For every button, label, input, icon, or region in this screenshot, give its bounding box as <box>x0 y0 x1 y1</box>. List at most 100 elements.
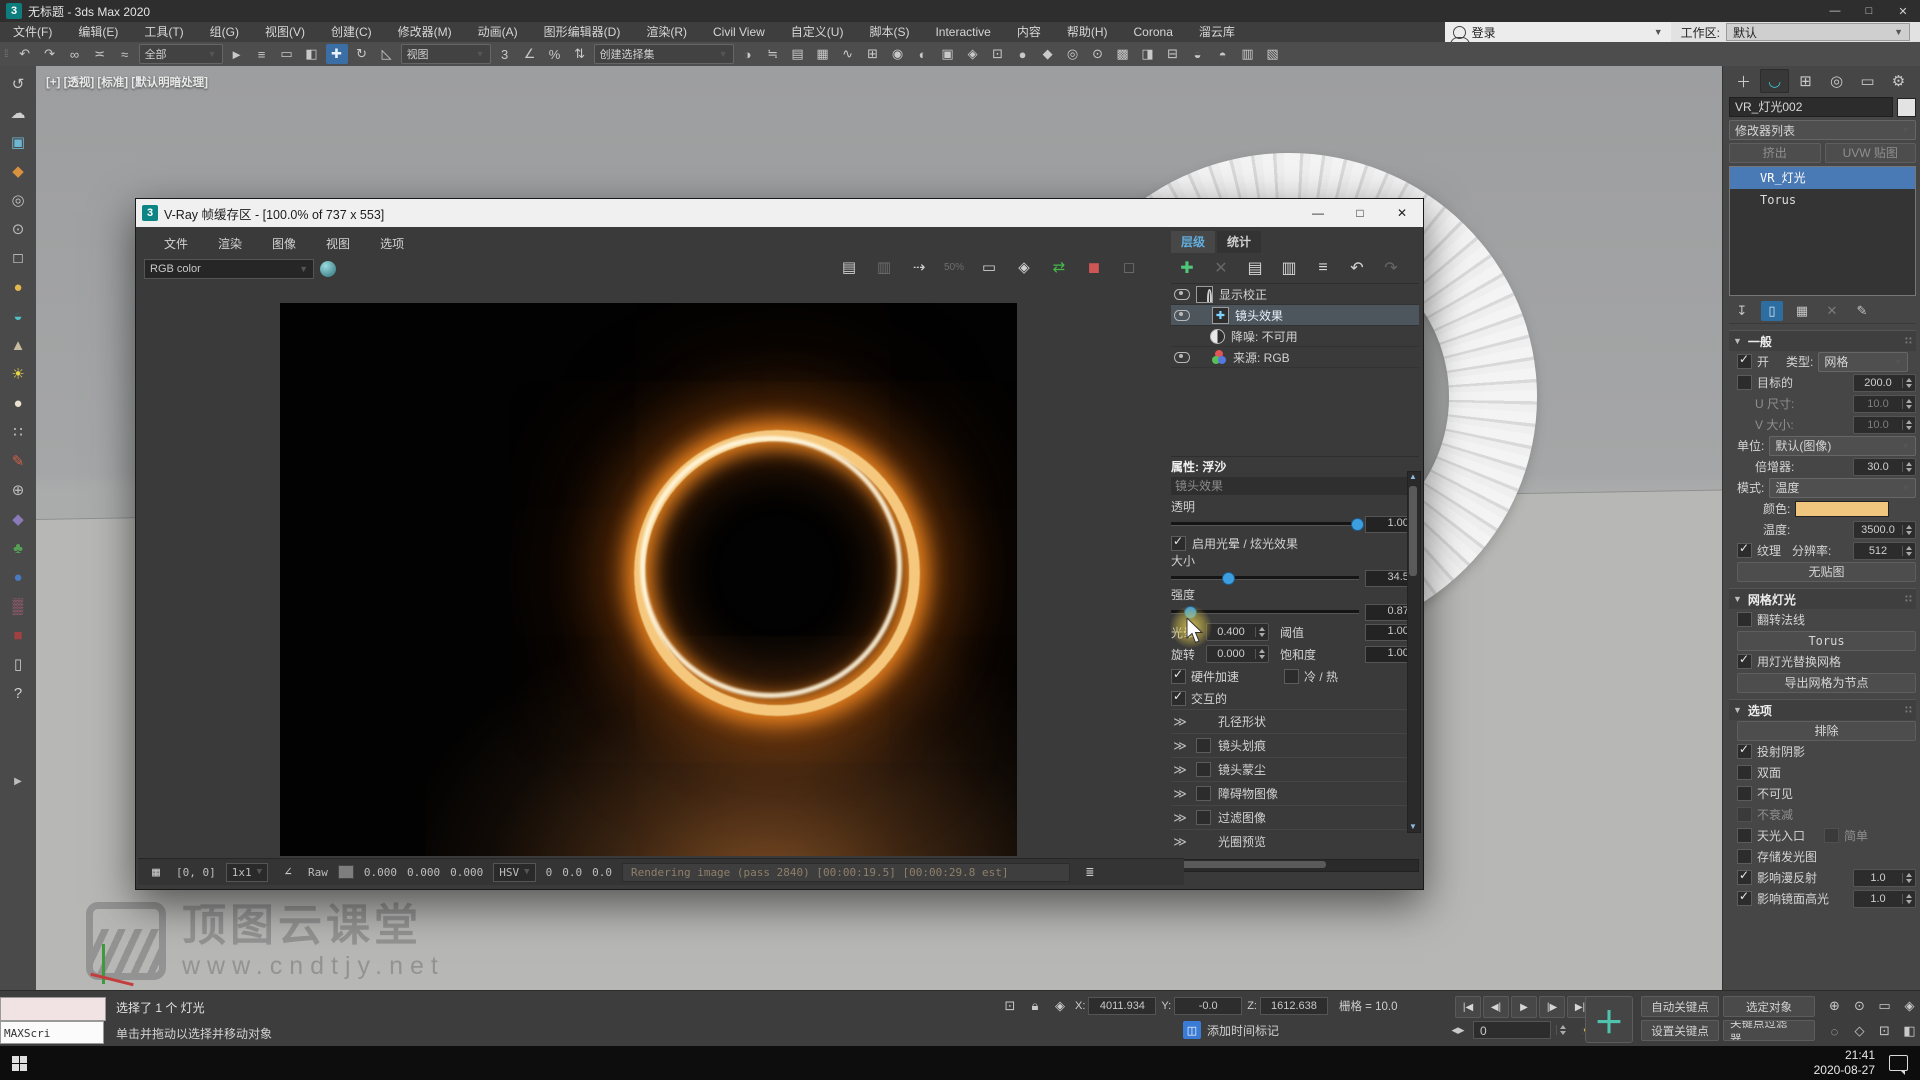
snap-toolbar-icon[interactable]: 3 <box>494 44 516 64</box>
vfb-minimize-button[interactable]: — <box>1297 199 1339 227</box>
vfb-menu-item[interactable]: 文件 <box>156 233 196 254</box>
menu-item[interactable]: 文件(F) <box>0 22 65 42</box>
export-mesh-button[interactable]: 导出网格为节点 <box>1737 673 1916 693</box>
left-toolbar-icon[interactable]: ☀ <box>5 362 31 386</box>
spinner-arrows-icon[interactable] <box>1556 1025 1569 1035</box>
left-toolbar-icon[interactable]: ◒ <box>5 304 31 328</box>
left-toolbar-icon[interactable]: ⊕ <box>5 478 31 502</box>
cold-hot-checkbox[interactable] <box>1284 669 1299 684</box>
no-map-button[interactable]: 无贴图 <box>1737 562 1916 582</box>
visibility-eye-icon[interactable] <box>1174 310 1190 321</box>
toolbar-icon[interactable]: ↷ <box>39 44 61 64</box>
prev-next-frame-icon[interactable]: ◂▸ <box>1448 1021 1468 1039</box>
interactive-checkbox[interactable] <box>1171 691 1186 706</box>
vfb-tool-icon[interactable]: ⇄ <box>1046 255 1072 279</box>
chevron-expand-icon[interactable]: ≫ <box>1171 714 1189 730</box>
stack-tool-icon[interactable]: ✎ <box>1851 301 1873 321</box>
maximize-button[interactable]: □ <box>1852 0 1886 22</box>
snap-toolbar-icon[interactable]: % <box>544 44 566 64</box>
targeted-checkbox[interactable] <box>1737 375 1752 390</box>
toolbar-icon[interactable]: ► <box>226 44 248 64</box>
toolbar-icon[interactable]: ≍ <box>89 44 111 64</box>
object-name-field[interactable]: VR_灯光002 <box>1729 97 1893 117</box>
layer-tool-icon[interactable]: ✕ <box>1209 256 1233 280</box>
vertical-scrollbar[interactable]: ▲ ▼ <box>1407 471 1421 833</box>
vfb-menu-item[interactable]: 渲染 <box>210 233 250 254</box>
chevron-expand-icon[interactable]: ≫ <box>1171 762 1189 778</box>
set-keys-button[interactable]: ＋ <box>1585 996 1633 1043</box>
vfb-tool-icon[interactable]: ◻ <box>1116 255 1142 279</box>
pixel-zoom-dropdown[interactable]: 1x1▼ <box>226 863 268 882</box>
tab-motion-icon[interactable]: ◎ <box>1822 69 1851 93</box>
auto-key-button[interactable]: 自动关键点 <box>1641 996 1719 1017</box>
horizontal-scrollbar[interactable] <box>1171 859 1419 872</box>
affect-diffuse-spinner[interactable]: 1.0 <box>1853 869 1916 887</box>
layer-row-display-correction[interactable]: 显示校正 <box>1171 284 1419 305</box>
scroll-down-icon[interactable]: ▼ <box>1409 822 1417 832</box>
toolbar-icon[interactable]: ● <box>1012 44 1034 64</box>
toolbar-icon[interactable]: ≒ <box>762 44 784 64</box>
add-time-tag[interactable]: ◫ 添加时间标记 <box>1183 1021 1279 1039</box>
toolbar-icon[interactable]: ◺ <box>376 44 398 64</box>
stack-tool-icon[interactable]: ✕ <box>1821 301 1843 321</box>
named-selection-set-dropdown[interactable]: 创建选择集▼ <box>594 44 734 64</box>
menu-item[interactable]: 创建(C) <box>318 22 385 42</box>
toolbar-icon[interactable]: ∞ <box>64 44 86 64</box>
exclude-button[interactable]: 排除 <box>1737 721 1916 741</box>
slider-knob[interactable] <box>1222 572 1235 585</box>
rotation-spinner[interactable]: 0.000 <box>1206 645 1269 663</box>
chevron-expand-icon[interactable]: ≫ <box>1171 738 1189 754</box>
size-slider[interactable]: 34.53 <box>1171 569 1419 587</box>
toolbar-icon[interactable]: ▤ <box>787 44 809 64</box>
section-checkbox[interactable] <box>1196 786 1211 801</box>
spinner-arrows-icon[interactable] <box>1902 378 1915 388</box>
menu-item[interactable]: 自定义(U) <box>778 22 857 42</box>
left-toolbar-icon[interactable]: ▣ <box>5 130 31 154</box>
playback-button[interactable]: ▶ <box>1511 996 1537 1018</box>
toolbar-icon[interactable]: ◎ <box>1062 44 1084 64</box>
login-button[interactable]: 登录 ▼ <box>1445 22 1671 42</box>
left-toolbar-icon[interactable]: ▒ <box>5 594 31 618</box>
viewport-nav-icon[interactable]: ⊕ <box>1824 996 1845 1016</box>
viewport-nav-icon[interactable]: ▭ <box>1874 996 1895 1016</box>
tab-modify-icon[interactable]: ◡ <box>1760 69 1789 93</box>
toolbar-icon[interactable]: ◒ <box>1187 44 1209 64</box>
section-checkbox[interactable] <box>1196 810 1211 825</box>
chevron-expand-icon[interactable]: ≫ <box>1171 786 1189 802</box>
layer-row-source[interactable]: 来源: RGB <box>1171 347 1419 368</box>
left-toolbar-icon[interactable]: ● <box>5 275 31 299</box>
left-toolbar-icon[interactable]: ⊙ <box>5 217 31 241</box>
left-toolbar-icon[interactable]: ▯ <box>5 652 31 676</box>
z-coordinate-field[interactable]: 1612.638 <box>1260 997 1328 1015</box>
affect-diffuse-checkbox[interactable] <box>1737 870 1752 885</box>
toolbar-icon[interactable]: ◨ <box>1137 44 1159 64</box>
section-checkbox[interactable] <box>1196 738 1211 753</box>
replace-mesh-checkbox[interactable] <box>1737 654 1752 669</box>
snap-toolbar-icon[interactable]: ∠ <box>519 44 541 64</box>
stack-tool-icon[interactable]: ▦ <box>1791 301 1813 321</box>
spinner-arrows-icon[interactable] <box>1255 649 1268 659</box>
stack-tool-icon[interactable]: ▯ <box>1761 301 1783 321</box>
key-filters-button[interactable]: 关键点过滤器... <box>1723 1020 1815 1041</box>
layer-tool-icon[interactable]: ↷ <box>1379 256 1403 280</box>
selection-lock-icon[interactable]: 🔒︎ <box>1025 997 1045 1015</box>
toolbar-icon[interactable]: ◉ <box>887 44 909 64</box>
collapsed-section[interactable]: ≫ 过滤图像 <box>1171 805 1419 829</box>
current-frame-field[interactable]: 0 <box>1473 1021 1551 1039</box>
vfb-maximize-button[interactable]: □ <box>1339 199 1381 227</box>
menu-item[interactable]: 动画(A) <box>465 22 531 42</box>
left-toolbar-icon[interactable]: ∷ <box>5 420 31 444</box>
viewport-nav-icon[interactable]: ◇ <box>1849 1021 1870 1041</box>
menu-item[interactable]: 脚本(S) <box>856 22 922 42</box>
toolbar-icon[interactable]: ▣ <box>937 44 959 64</box>
option-checkbox[interactable] <box>1737 765 1752 780</box>
left-toolbar-icon[interactable]: ◎ <box>5 188 31 212</box>
chevron-expand-icon[interactable]: ≫ <box>1171 810 1189 826</box>
toolbar-icon[interactable]: ◈ <box>962 44 984 64</box>
left-toolbar-icon[interactable]: ◆ <box>5 159 31 183</box>
menu-item[interactable]: 内容 <box>1004 22 1054 42</box>
toolbar-icon[interactable]: ◓ <box>1212 44 1234 64</box>
vfb-tool-icon[interactable]: ⇢ <box>906 255 932 279</box>
resolution-spinner[interactable]: 512 <box>1853 542 1916 560</box>
rendered-image[interactable] <box>280 303 1017 856</box>
